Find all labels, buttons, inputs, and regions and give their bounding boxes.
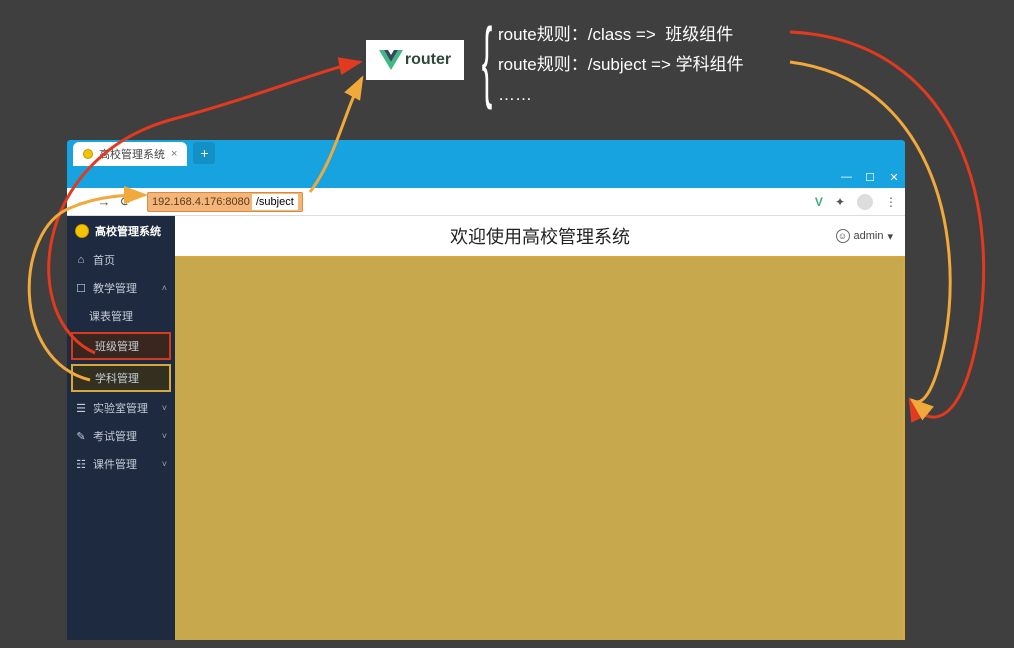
caret-down-icon: ▾ xyxy=(887,230,893,243)
browser-window: 高校管理系统 × + — ☐ ✕ ← → ⟳ 192.168.4.176:808… xyxy=(67,140,905,640)
nav-reload-button[interactable]: ⟳ xyxy=(119,194,133,210)
router-label: router xyxy=(405,51,451,69)
window-close-button[interactable]: ✕ xyxy=(889,171,899,184)
sidebar-item-courseware[interactable]: ☷ 课件管理 ˅ xyxy=(67,450,175,478)
user-name: admin xyxy=(854,230,884,242)
rule-ellipsis: …… xyxy=(498,80,892,110)
chevron-up-icon: ˄ xyxy=(162,283,167,293)
favicon-icon xyxy=(83,149,93,159)
sidebar-item-label: 课表管理 xyxy=(89,308,133,324)
app-title: 高校管理系统 xyxy=(95,223,161,239)
monitor-icon: ☐ xyxy=(75,282,87,295)
sidebar-item-exam[interactable]: ✎ 考试管理 ˅ xyxy=(67,422,175,450)
vue-router-badge: router xyxy=(366,40,464,80)
browser-toolbar-right: V ✦ ⋮ xyxy=(815,194,897,210)
app-logo-icon xyxy=(75,224,89,238)
window-titlebar: — ☐ ✕ xyxy=(67,166,905,188)
nav-forward-button[interactable]: → xyxy=(97,194,111,209)
chevron-down-icon: ˅ xyxy=(162,431,167,441)
content-area xyxy=(175,256,905,640)
courseware-icon: ☷ xyxy=(75,458,87,471)
sidebar-item-class[interactable]: 班级管理 xyxy=(71,332,171,360)
sidebar-item-label: 班级管理 xyxy=(95,338,139,354)
vue-devtools-icon[interactable]: V xyxy=(815,195,823,209)
sidebar-item-label: 实验室管理 xyxy=(93,400,148,416)
url-host: 192.168.4.176:8080 xyxy=(152,196,250,208)
exam-icon: ✎ xyxy=(75,430,87,443)
sidebar: 高校管理系统 ⌂ 首页 ☐ 教学管理 ˄ 课表管理 班级管理 学科管理 ☰ xyxy=(67,216,175,640)
nav-back-button[interactable]: ← xyxy=(75,194,89,209)
sidebar-item-lab[interactable]: ☰ 实验室管理 ˅ xyxy=(67,394,175,422)
window-minimize-button[interactable]: — xyxy=(841,171,851,183)
url-box[interactable]: 192.168.4.176:8080 /subject xyxy=(147,192,303,212)
sidebar-header: 高校管理系统 xyxy=(67,216,175,246)
brace-icon: { xyxy=(482,16,493,116)
extensions-icon[interactable]: ✦ xyxy=(835,195,845,209)
tab-title: 高校管理系统 xyxy=(99,146,165,162)
plus-icon: + xyxy=(200,145,208,161)
page-title: 欢迎使用高校管理系统 xyxy=(450,223,630,249)
app-body: 高校管理系统 ⌂ 首页 ☐ 教学管理 ˄ 课表管理 班级管理 学科管理 ☰ xyxy=(67,216,905,640)
user-menu[interactable]: ☺ admin ▾ xyxy=(836,216,894,256)
vue-logo-icon xyxy=(379,50,403,70)
sidebar-item-subject[interactable]: 学科管理 xyxy=(71,364,171,392)
sidebar-item-label: 首页 xyxy=(93,252,115,268)
chevron-down-icon: ˅ xyxy=(162,403,167,413)
new-tab-button[interactable]: + xyxy=(193,142,215,164)
window-maximize-button[interactable]: ☐ xyxy=(865,171,875,184)
browser-tabstrip: 高校管理系统 × + xyxy=(67,140,905,166)
browser-address-bar: ← → ⟳ 192.168.4.176:8080 /subject V ✦ ⋮ xyxy=(67,188,905,216)
tab-close-icon[interactable]: × xyxy=(171,148,177,160)
rule-line-2: route规则：/subject => 学科组件 xyxy=(498,50,892,80)
lab-icon: ☰ xyxy=(75,402,87,415)
sidebar-item-label: 教学管理 xyxy=(93,280,137,296)
url-path: /subject xyxy=(252,194,298,210)
user-icon: ☺ xyxy=(836,229,850,243)
sidebar-item-label: 课件管理 xyxy=(93,456,137,472)
sidebar-item-home[interactable]: ⌂ 首页 xyxy=(67,246,175,274)
sidebar-item-label: 考试管理 xyxy=(93,428,137,444)
home-icon: ⌂ xyxy=(75,254,87,266)
browser-menu-icon[interactable]: ⋮ xyxy=(885,195,897,209)
profile-avatar-icon[interactable] xyxy=(857,194,873,210)
main-header: 欢迎使用高校管理系统 ☺ admin ▾ xyxy=(175,216,905,256)
route-rules-box: { route规则：/class => 班级组件 route规则：/subjec… xyxy=(472,20,892,120)
main-area: 欢迎使用高校管理系统 ☺ admin ▾ xyxy=(175,216,905,640)
rule-line-1: route规则：/class => 班级组件 xyxy=(498,20,892,50)
sidebar-item-schedule[interactable]: 课表管理 xyxy=(67,302,175,330)
sidebar-item-label: 学科管理 xyxy=(95,370,139,386)
browser-tab[interactable]: 高校管理系统 × xyxy=(73,142,187,166)
chevron-down-icon: ˅ xyxy=(162,459,167,469)
sidebar-item-teach[interactable]: ☐ 教学管理 ˄ xyxy=(67,274,175,302)
